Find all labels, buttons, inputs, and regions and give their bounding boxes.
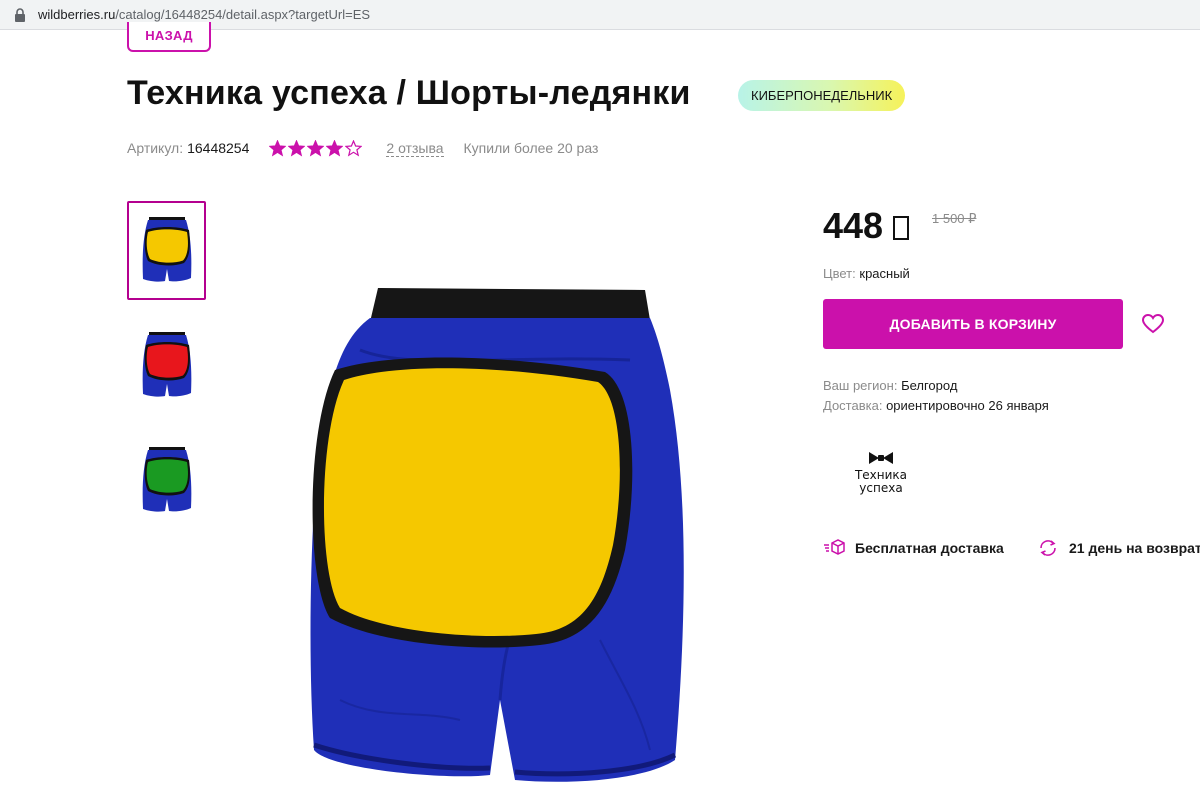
- old-price: 1 500 ₽: [932, 211, 977, 226]
- purchase-count: Купили более 20 раз: [463, 140, 599, 156]
- star-filled-icon: [307, 139, 325, 156]
- url-text[interactable]: wildberries.ru/catalog/16448254/detail.a…: [38, 7, 370, 22]
- free-delivery-text: Бесплатная доставка: [855, 540, 1004, 556]
- color-row: Цвет: красный: [823, 266, 910, 281]
- currency-icon: [893, 216, 910, 240]
- thumbnail-image: [142, 446, 191, 512]
- reviews-link[interactable]: 2 отзыва: [386, 140, 444, 157]
- brand-name[interactable]: Техника успеха: [846, 469, 916, 495]
- sku-value: 16448254: [187, 140, 250, 156]
- region-label: Ваш регион:: [823, 378, 898, 393]
- refresh-icon: [1040, 540, 1056, 556]
- url-path: /catalog/16448254/detail.aspx?targetUrl=…: [115, 7, 371, 22]
- star-empty-icon: [345, 139, 363, 156]
- promo-badge: КИБЕРПОНЕДЕЛЬНИК: [738, 80, 906, 111]
- current-price: 448: [823, 205, 910, 247]
- region-value[interactable]: Белгород: [901, 378, 957, 393]
- color-value: красный: [859, 266, 910, 281]
- region-row: Ваш регион: Белгород: [823, 378, 957, 393]
- heart-icon[interactable]: [1141, 312, 1165, 336]
- sku-label: Артикул:: [127, 140, 184, 156]
- url-domain: wildberries.ru: [38, 7, 116, 22]
- thumbnail-yellow[interactable]: [127, 201, 206, 300]
- thumbnail-image: [142, 331, 191, 397]
- price-value: 448: [823, 205, 884, 246]
- delivery-label: Доставка:: [823, 398, 883, 413]
- brand-name-line2: успеха: [859, 481, 903, 495]
- delivery-box-icon: [824, 539, 845, 555]
- returns-feature: 21 день на возврат: [1037, 538, 1200, 558]
- delivery-value: ориентировочно 26 января: [886, 398, 1049, 413]
- thumbnail-image: [142, 216, 191, 282]
- lock-icon: [15, 8, 25, 22]
- rating-stars: [269, 139, 364, 157]
- back-button[interactable]: НАЗАД: [127, 22, 211, 52]
- thumbnail-green[interactable]: [127, 431, 206, 530]
- product-meta-row: Артикул: 16448254 2 отзыва Купили более …: [127, 138, 598, 158]
- returns-text: 21 день на возврат: [1069, 540, 1200, 556]
- star-filled-icon: [288, 139, 306, 156]
- product-title: Техника успеха / Шорты-ледянки: [127, 74, 691, 112]
- color-label: Цвет:: [823, 266, 856, 281]
- main-product-image[interactable]: [300, 280, 700, 795]
- star-filled-icon: [269, 139, 287, 156]
- delivery-row: Доставка: ориентировочно 26 января: [823, 398, 1049, 413]
- free-delivery-feature: Бесплатная доставка: [823, 538, 1004, 558]
- thumbnail-red[interactable]: [127, 316, 206, 415]
- star-filled-icon: [326, 139, 344, 156]
- add-to-cart-button[interactable]: ДОБАВИТЬ В КОРЗИНУ: [823, 299, 1123, 349]
